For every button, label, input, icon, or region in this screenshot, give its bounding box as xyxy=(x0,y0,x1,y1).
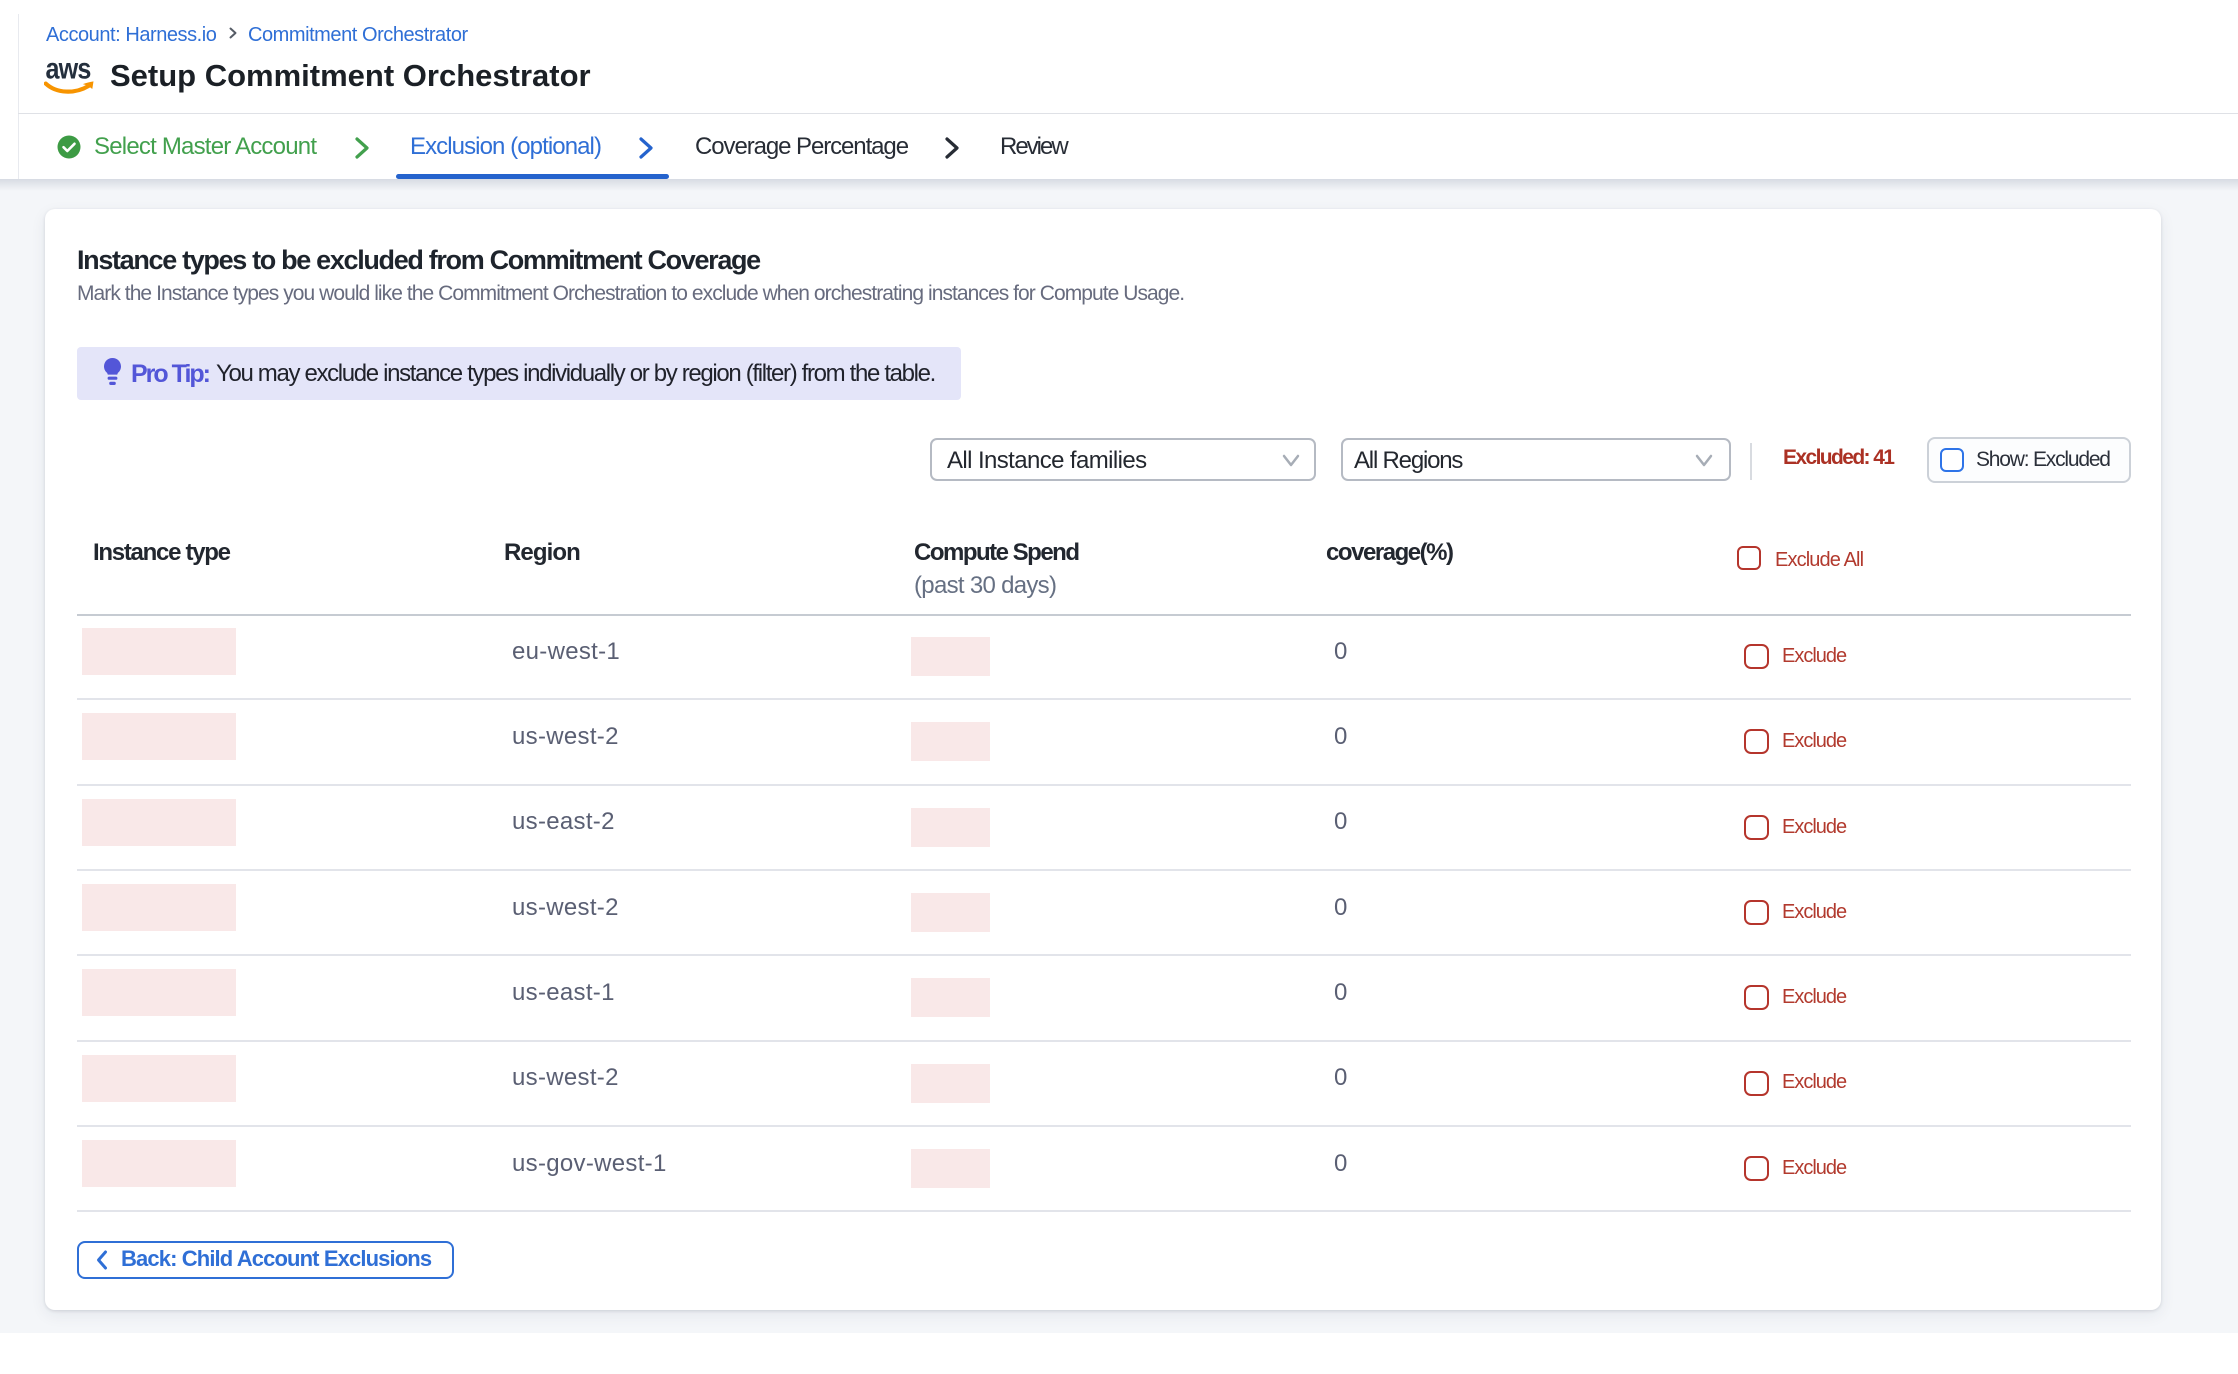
svg-text:aws: aws xyxy=(46,58,91,86)
